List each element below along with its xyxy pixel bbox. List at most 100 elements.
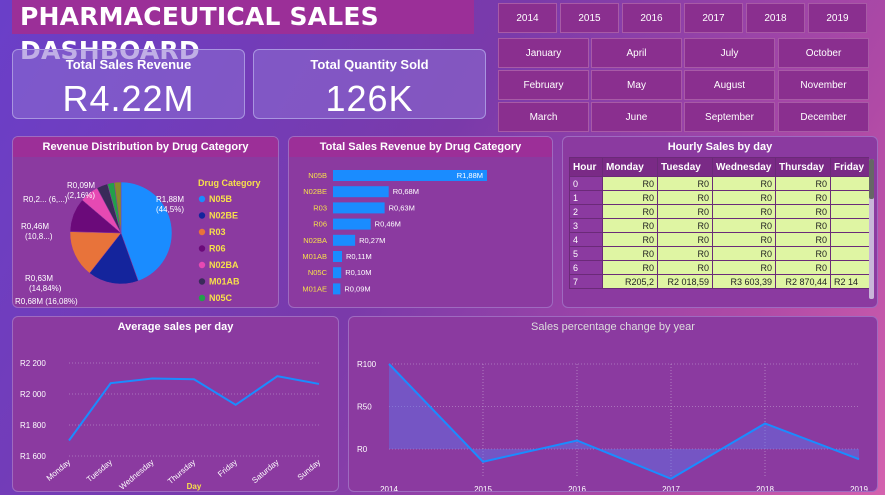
table-row: 2 R0 R0 R0 R0 [569, 204, 869, 219]
month-button-march[interactable]: March [498, 102, 589, 132]
bar-value-label: R0,27M [359, 236, 385, 245]
year-button-2014[interactable]: 2014 [498, 3, 557, 33]
hourly-table: Hour Monday Tuesday Wednesday Thursday Friday… [569, 157, 869, 289]
pie-chart-card: Revenue Distribution by Drug Category R1… [12, 136, 279, 308]
x-tick-label: 2018 [756, 485, 774, 492]
y-tick-label: R0 [357, 445, 368, 454]
table-cell [830, 232, 869, 247]
table-row: 5 R0 R0 R0 R0 [569, 246, 869, 261]
year-button-2016[interactable]: 2016 [622, 3, 681, 33]
pie-data-label: (44,5%) [156, 205, 184, 214]
legend-marker [198, 228, 206, 236]
scrollbar-thumb[interactable] [869, 159, 874, 199]
hourly-table-card: Hourly Sales by day Hour Monday Tuesday Wed… [562, 136, 878, 308]
legend-item-n05b: N05B [209, 194, 233, 204]
y-tick-label: R1 800 [20, 421, 46, 430]
table-cell: 0 [569, 176, 603, 191]
table-cell: R0 [657, 190, 713, 205]
vertical-scrollbar[interactable] [869, 159, 874, 299]
x-tick-label: Saturday [250, 458, 280, 485]
table-cell: R3 603,39 [712, 274, 776, 289]
pie-data-label: R0,63M [25, 274, 53, 283]
bar-value-label: R0,09M [344, 284, 370, 293]
month-button-november[interactable]: November [778, 70, 869, 100]
bar-n02ba[interactable] [333, 234, 356, 246]
kpi-total-quantity-sold: Total Quantity Sold 126K [253, 49, 486, 119]
pie-chart: R1,88M(44,5%) R0,68M (16,08%) R0,63M(14,84… [15, 178, 261, 306]
month-button-may[interactable]: May [591, 70, 682, 100]
legend-item-m01ab: M01AB [209, 277, 240, 287]
bar-n05c[interactable] [333, 267, 342, 279]
year-button-2018[interactable]: 2018 [746, 3, 805, 33]
table-cell: R0 [775, 190, 831, 205]
bar-value-label: R0,11M [346, 252, 372, 261]
table-cell: R0 [602, 232, 658, 247]
table-cell: R0 [602, 176, 658, 191]
legend-marker [198, 245, 206, 252]
bar-r06[interactable] [333, 218, 371, 230]
table-cell: R0 [602, 204, 658, 219]
table-cell: R0 [712, 176, 776, 191]
area-chart: R100R50R0201420152016201720182019Year [357, 360, 868, 492]
kpi-label: Total Sales Revenue [65, 57, 192, 72]
year-button-2015[interactable]: 2015 [560, 3, 619, 33]
pie-data-label: R0,68M (16,08%) [15, 297, 78, 306]
column-header[interactable]: Thursday [775, 157, 831, 177]
legend-item-n05c: N05C [209, 293, 233, 303]
hourly-table-viewport[interactable]: Hour Monday Tuesday Wednesday Thursday Friday… [569, 157, 869, 299]
table-cell: R0 [712, 246, 776, 261]
bar-r03[interactable] [333, 202, 385, 214]
bar-category-label: M01AB [302, 252, 327, 261]
area-chart-title: Sales percentage change by year [531, 321, 695, 333]
line-chart: R2 200 R2 000 R1 800 R1 600Monday Tuesday Wed… [20, 359, 322, 491]
table-cell: R0 [712, 232, 776, 247]
table-row: 1 R0 R0 R0 R0 [569, 190, 869, 205]
table-row: 7 R205,2 R2 018,59 R3 603,39 R2 870,44 R2 14 [569, 274, 869, 289]
column-header[interactable]: Friday [830, 157, 869, 177]
table-row: 3 R0 R0 R0 R0 [569, 218, 869, 233]
year-button-2017[interactable]: 2017 [684, 3, 743, 33]
table-cell: R2 018,59 [657, 274, 713, 289]
bar-category-label: M01AE [302, 284, 327, 293]
column-header[interactable]: Monday [602, 157, 658, 177]
month-button-december[interactable]: December [778, 102, 869, 132]
table-cell: R0 [657, 218, 713, 233]
pie-chart-title: Revenue Distribution by Drug Category [13, 137, 278, 157]
line-series[interactable] [68, 375, 320, 442]
x-tick-label: 2015 [474, 485, 492, 492]
month-button-august[interactable]: August [684, 70, 775, 100]
pie-data-label: R0,46M [21, 222, 49, 231]
month-button-july[interactable]: July [684, 38, 775, 68]
table-cell: R0 [712, 190, 776, 205]
table-cell: 6 [569, 260, 603, 275]
month-button-june[interactable]: June [591, 102, 682, 132]
table-cell: 1 [569, 190, 603, 205]
bar-n02be[interactable] [333, 186, 389, 198]
column-header[interactable]: Wednesday [712, 157, 776, 177]
area-series-line[interactable] [388, 363, 860, 480]
table-cell: R0 [775, 246, 831, 261]
x-tick-label: 2019 [850, 485, 868, 492]
bar-value-label: R1,88M [457, 171, 483, 180]
bar-m01ab[interactable] [333, 251, 343, 262]
legend-item-n02ba: N02BA [209, 260, 239, 270]
bar-category-label: R03 [313, 203, 327, 212]
pie-data-label: R1,88M [156, 195, 184, 204]
column-header[interactable]: Tuesday [657, 157, 713, 177]
month-button-january[interactable]: January [498, 38, 589, 68]
month-button-april[interactable]: April [591, 38, 682, 68]
x-tick-label: 2017 [662, 485, 680, 492]
table-cell: 5 [569, 246, 603, 261]
column-header[interactable]: Hour [569, 157, 603, 177]
year-button-2019[interactable]: 2019 [808, 3, 867, 33]
month-button-september[interactable]: September [684, 102, 775, 132]
table-cell [830, 190, 869, 205]
month-button-october[interactable]: October [778, 38, 869, 68]
table-cell: R0 [775, 232, 831, 247]
table-cell [830, 204, 869, 219]
month-button-february[interactable]: February [498, 70, 589, 100]
legend-marker [198, 195, 206, 203]
table-cell: R2 870,44 [775, 274, 831, 289]
table-row: 4 R0 R0 R0 R0 [569, 232, 869, 247]
bar-m01ae[interactable] [333, 283, 341, 295]
